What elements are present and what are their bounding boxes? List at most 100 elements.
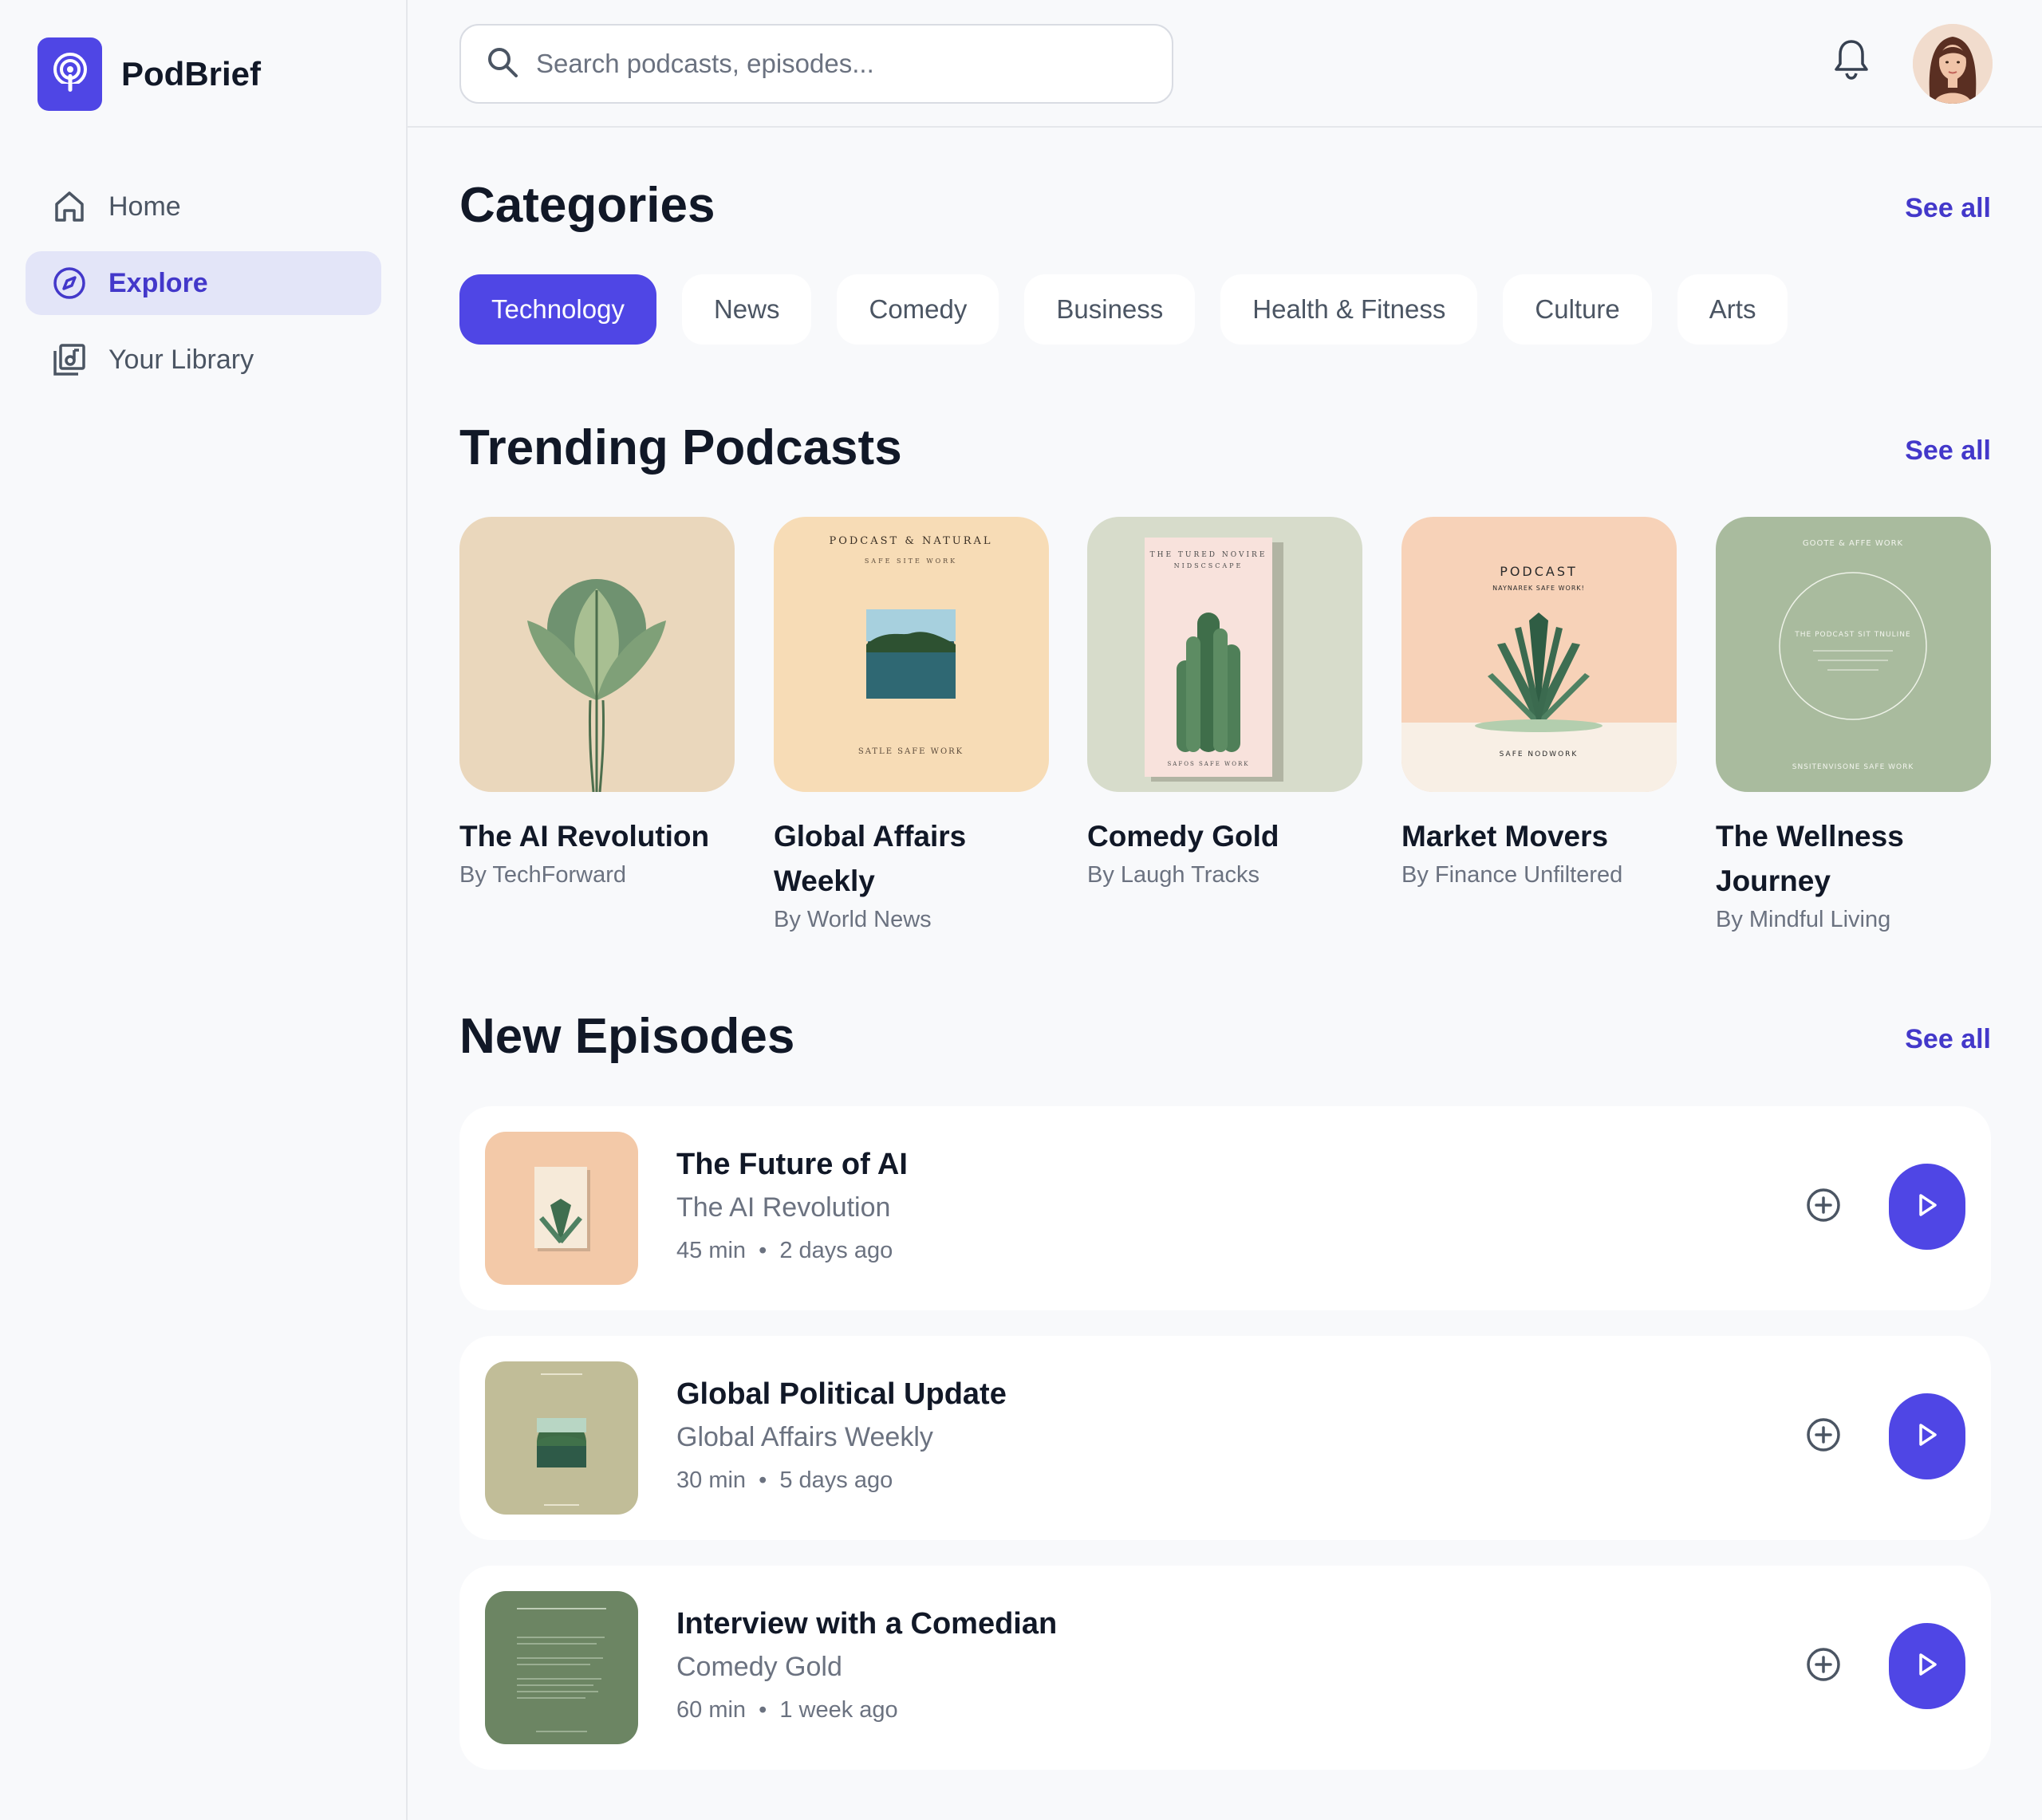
cover-text: THE PODCAST SIT TNULINE <box>1794 631 1910 639</box>
sidebar-item-label: Explore <box>108 267 208 298</box>
episode-duration: 45 min <box>676 1238 747 1263</box>
podcast-author: By World News <box>774 907 932 932</box>
home-icon <box>53 190 86 223</box>
podcast-title: Market Movers <box>1401 820 1609 853</box>
episode-age: 2 days ago <box>779 1238 893 1263</box>
podcast-card[interactable]: THE TURED NOVIRE NIDSCSCAPE SAFOS SAFE W… <box>1087 517 1362 891</box>
category-chip-news[interactable]: News <box>681 274 812 345</box>
podcast-cover: GOOTE & AFFE WORK THE PODCAST SIT TNULIN… <box>1716 517 1991 792</box>
podcast-author: By Mindful Living <box>1716 907 1891 932</box>
episode-row[interactable]: The Future of AI The AI Revolution 45 mi… <box>459 1106 1991 1310</box>
meta-separator: • <box>759 1467 767 1493</box>
notification-bell-icon[interactable] <box>1832 37 1871 81</box>
podcast-author: By Finance Unfiltered <box>1401 862 1623 888</box>
cover-text: SAFE SITE WORK <box>865 557 957 565</box>
podcast-card[interactable]: PODCAST & NATURAL SAFE SITE WORK SATLE S… <box>774 517 1049 936</box>
episode-row[interactable]: Global Political Update Global Affairs W… <box>459 1336 1991 1540</box>
sidebar-nav: Home Explore Your Library <box>26 175 381 404</box>
search-icon <box>487 46 518 82</box>
category-chip-comedy[interactable]: Comedy <box>837 274 999 345</box>
library-icon <box>53 343 86 376</box>
cover-text: PODCAST & NATURAL <box>829 535 992 547</box>
play-button[interactable] <box>1889 1393 1965 1479</box>
play-icon <box>1915 1192 1939 1222</box>
play-icon <box>1915 1652 1939 1681</box>
compass-icon <box>53 266 86 300</box>
app-name: PodBrief <box>121 55 262 93</box>
episode-show: The AI Revolution <box>676 1192 891 1223</box>
cover-text: THE TURED NOVIRE <box>1150 551 1267 559</box>
category-chips: Technology News Comedy Business Health &… <box>459 274 1813 345</box>
episode-title: Global Political Update <box>676 1377 1007 1411</box>
category-chip-technology[interactable]: Technology <box>459 274 656 345</box>
cover-text: NAYNAREK SAFE WORK! <box>1492 585 1585 592</box>
play-button[interactable] <box>1889 1164 1965 1250</box>
episode-age: 5 days ago <box>779 1467 893 1493</box>
episode-row[interactable]: Interview with a Comedian Comedy Gold 60… <box>459 1566 1991 1770</box>
episode-duration: 30 min <box>676 1467 747 1493</box>
sidebar-item-label: Your Library <box>108 344 254 375</box>
category-chip-health-fitness[interactable]: Health & Fitness <box>1220 274 1478 345</box>
episode-list: The Future of AI The AI Revolution 45 mi… <box>459 1106 1991 1795</box>
category-chip-culture[interactable]: Culture <box>1503 274 1652 345</box>
add-to-queue-icon[interactable] <box>1804 1645 1843 1684</box>
episode-thumbnail <box>485 1591 638 1744</box>
cover-text: SAFOS SAFE WORK <box>1168 761 1250 767</box>
cover-text: SATLE SAFE WORK <box>858 747 964 756</box>
play-button[interactable] <box>1889 1623 1965 1709</box>
category-chip-arts[interactable]: Arts <box>1677 274 1788 345</box>
podcast-logo-icon <box>37 37 102 111</box>
cover-text: SNSITENVISONE SAFE WORK <box>1792 763 1914 771</box>
search-box[interactable] <box>459 24 1173 104</box>
sidebar-item-label: Home <box>108 191 181 222</box>
trending-podcasts-row: The AI Revolution By TechForward PODCAST… <box>459 517 1991 947</box>
cover-text: SAFE NODWORK <box>1500 750 1579 758</box>
top-bar <box>408 0 2042 128</box>
podcast-cover <box>459 517 735 792</box>
meta-separator: • <box>759 1697 767 1723</box>
podcast-card[interactable]: PODCAST NAYNAREK SAFE WORK! SAFE NODWORK… <box>1401 517 1677 891</box>
meta-separator: • <box>759 1238 767 1263</box>
categories-see-all-link[interactable]: See all <box>1905 193 1991 224</box>
play-icon <box>1915 1422 1939 1452</box>
episode-thumbnail <box>485 1132 638 1285</box>
brand[interactable]: PodBrief <box>37 37 261 111</box>
podcast-title: Global Affairs Weekly <box>774 820 967 897</box>
category-chip-business[interactable]: Business <box>1024 274 1196 345</box>
cover-text: PODCAST <box>1500 564 1578 579</box>
podcast-title: The Wellness Journey <box>1716 820 1904 897</box>
avatar[interactable] <box>1913 24 1993 104</box>
podcast-cover: PODCAST NAYNAREK SAFE WORK! SAFE NODWORK <box>1401 517 1677 792</box>
categories-title: Categories <box>459 178 715 233</box>
trending-see-all-link[interactable]: See all <box>1905 435 1991 467</box>
episode-title: Interview with a Comedian <box>676 1607 1058 1641</box>
podcast-title: The AI Revolution <box>459 820 710 853</box>
trending-title: Trending Podcasts <box>459 420 902 475</box>
cover-text: NIDSCSCAPE <box>1174 562 1244 569</box>
add-to-queue-icon[interactable] <box>1804 1416 1843 1454</box>
sidebar: PodBrief Home Explore Your Library <box>0 0 408 1820</box>
episode-show: Global Affairs Weekly <box>676 1422 933 1452</box>
episode-age: 1 week ago <box>779 1697 898 1723</box>
episode-title: The Future of AI <box>676 1148 908 1181</box>
new-episodes-title: New Episodes <box>459 1009 795 1064</box>
podcast-author: By Laugh Tracks <box>1087 862 1259 888</box>
search-input[interactable] <box>536 49 1158 79</box>
podcast-author: By TechForward <box>459 862 626 888</box>
podcast-cover: PODCAST & NATURAL SAFE SITE WORK SATLE S… <box>774 517 1049 792</box>
episode-meta: 30 min • 5 days ago <box>676 1467 893 1494</box>
add-to-queue-icon[interactable] <box>1804 1186 1843 1224</box>
podcast-title: Comedy Gold <box>1087 820 1279 853</box>
new-episodes-see-all-link[interactable]: See all <box>1905 1024 1991 1055</box>
sidebar-item-explore[interactable]: Explore <box>26 251 381 315</box>
episode-show: Comedy Gold <box>676 1652 842 1682</box>
podcast-card[interactable]: The AI Revolution By TechForward <box>459 517 735 891</box>
episode-meta: 60 min • 1 week ago <box>676 1697 898 1723</box>
episode-duration: 60 min <box>676 1697 747 1723</box>
podcast-cover: THE TURED NOVIRE NIDSCSCAPE SAFOS SAFE W… <box>1087 517 1362 792</box>
sidebar-item-library[interactable]: Your Library <box>26 328 381 392</box>
sidebar-item-home[interactable]: Home <box>26 175 381 238</box>
podcast-card[interactable]: GOOTE & AFFE WORK THE PODCAST SIT TNULIN… <box>1716 517 1991 936</box>
episode-thumbnail <box>485 1361 638 1515</box>
episode-meta: 45 min • 2 days ago <box>676 1238 893 1264</box>
